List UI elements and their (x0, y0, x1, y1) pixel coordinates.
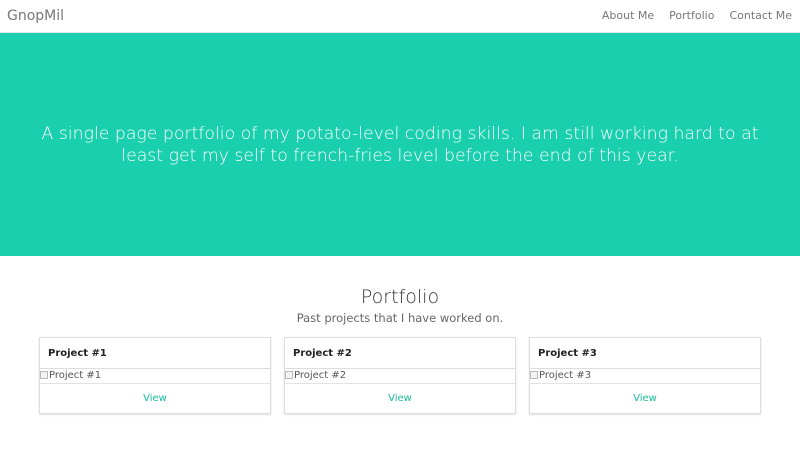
nav-link-portfolio[interactable]: Portfolio (669, 9, 714, 22)
hero-text: A single page portfolio of my potato-lev… (40, 123, 760, 167)
nav-links: About Me Portfolio Contact Me (602, 9, 792, 22)
view-project-3-link[interactable]: View (633, 393, 657, 404)
broken-image-icon (530, 371, 538, 379)
project-image-alt: Project #1 (49, 370, 102, 381)
view-project-1-link[interactable]: View (143, 393, 167, 404)
project-image-alt: Project #3 (539, 370, 592, 381)
hero-text-line-1: A single page portfolio of my potato-lev… (41, 124, 759, 144)
project-card-2: Project #2 Project #2 View (284, 337, 516, 414)
broken-image-icon (40, 371, 48, 379)
project-title: Project #1 (48, 348, 107, 359)
project-card-footer: View (530, 385, 760, 415)
project-image: Project #1 (40, 369, 270, 384)
portfolio-subtitle: Past projects that I have worked on. (296, 311, 504, 325)
nav-link-contact-me[interactable]: Contact Me (729, 9, 792, 22)
project-image-alt: Project #2 (294, 370, 347, 381)
project-card-3: Project #3 Project #3 View (529, 337, 761, 414)
project-card-footer: View (285, 385, 515, 415)
project-image: Project #3 (530, 369, 760, 384)
project-card-footer: View (40, 385, 270, 415)
project-card-header: Project #2 (285, 338, 515, 369)
portfolio-title: Portfolio (360, 286, 440, 308)
hero-banner: A single page portfolio of my potato-lev… (0, 33, 800, 256)
project-title: Project #2 (293, 348, 352, 359)
nav-link-about-me[interactable]: About Me (602, 9, 654, 22)
top-navbar: GnopMil About Me Portfolio Contact Me (0, 0, 800, 33)
hero-text-line-2: least get my self to french-fries level … (121, 146, 679, 166)
view-project-2-link[interactable]: View (388, 393, 412, 404)
project-card-header: Project #1 (40, 338, 270, 369)
project-card-1: Project #1 Project #1 View (39, 337, 271, 414)
project-card-header: Project #3 (530, 338, 760, 369)
site-brand[interactable]: GnopMil (7, 8, 64, 24)
project-title: Project #3 (538, 348, 597, 359)
project-image: Project #2 (285, 369, 515, 384)
broken-image-icon (285, 371, 293, 379)
